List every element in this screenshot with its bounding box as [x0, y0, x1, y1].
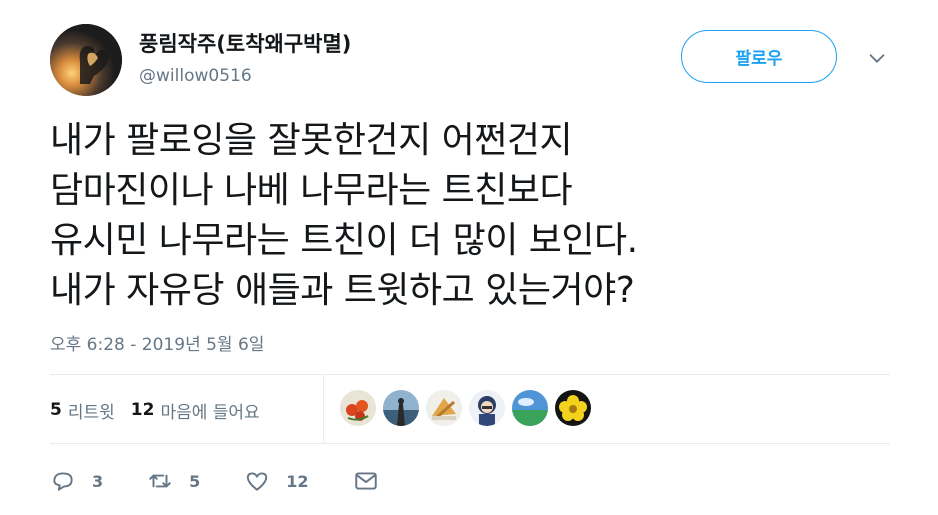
retweets-stat[interactable]: 5 리트윗 [50, 398, 115, 423]
like-count: 12 [286, 471, 309, 491]
direct-message-button[interactable] [353, 468, 395, 494]
liker-avatar-3[interactable] [426, 390, 462, 426]
divider [50, 374, 890, 375]
retweet-count: 5 [189, 471, 201, 491]
likes-label: 마음에 들어요 [160, 402, 260, 423]
follow-button[interactable]: 팔로우 [681, 30, 837, 83]
reply-count: 3 [92, 471, 104, 491]
liker-avatar-5[interactable] [512, 390, 548, 426]
retweet-icon [149, 474, 171, 488]
likes-stat[interactable]: 12 마음에 들어요 [131, 398, 260, 423]
tweet-actions: 3 5 12 [50, 466, 439, 496]
chevron-down-icon[interactable] [866, 47, 888, 69]
liker-avatar-1[interactable] [340, 390, 376, 426]
user-handle[interactable]: @willow0516 [139, 66, 252, 86]
liker-avatar-6[interactable] [555, 390, 591, 426]
liker-avatar-4[interactable] [469, 390, 505, 426]
tweet-line: 담마진이나 나베 나무라는 트친보다 [50, 170, 573, 211]
tweet-line: 유시민 나무라는 트친이 더 많이 보인다. [50, 220, 638, 261]
retweets-label: 리트윗 [67, 402, 115, 423]
message-icon [354, 472, 377, 490]
divider [50, 443, 890, 444]
heart-icon [247, 472, 268, 491]
tweet-stats: 5 리트윗 12 마음에 들어요 [50, 396, 276, 424]
reply-icon [53, 472, 73, 491]
tweet-timestamp[interactable]: 오후 6:28 - 2019년 5월 6일 [50, 330, 264, 355]
stats-separator [323, 374, 324, 443]
retweet-button[interactable]: 5 [147, 468, 200, 494]
like-button[interactable]: 12 [244, 468, 309, 494]
avatar-image [50, 24, 122, 96]
display-name[interactable]: 풍림작주(토착왜구박멸) [139, 28, 351, 58]
reply-button[interactable]: 3 [50, 468, 103, 494]
tweet-line: 내가 팔로잉을 잘못한건지 어쩐건지 [50, 120, 573, 161]
retweets-count: 5 [50, 400, 62, 420]
tweet-line: 내가 자유당 애들과 트윗하고 있는거야? [50, 270, 635, 311]
tweet-text: 내가 팔로잉을 잘못한건지 어쩐건지 담마진이나 나베 나무라는 트친보다 유시… [50, 116, 910, 316]
liker-avatar-2[interactable] [383, 390, 419, 426]
profile-avatar[interactable] [50, 24, 122, 96]
liker-avatars [340, 390, 598, 426]
likes-count: 12 [130, 400, 155, 420]
